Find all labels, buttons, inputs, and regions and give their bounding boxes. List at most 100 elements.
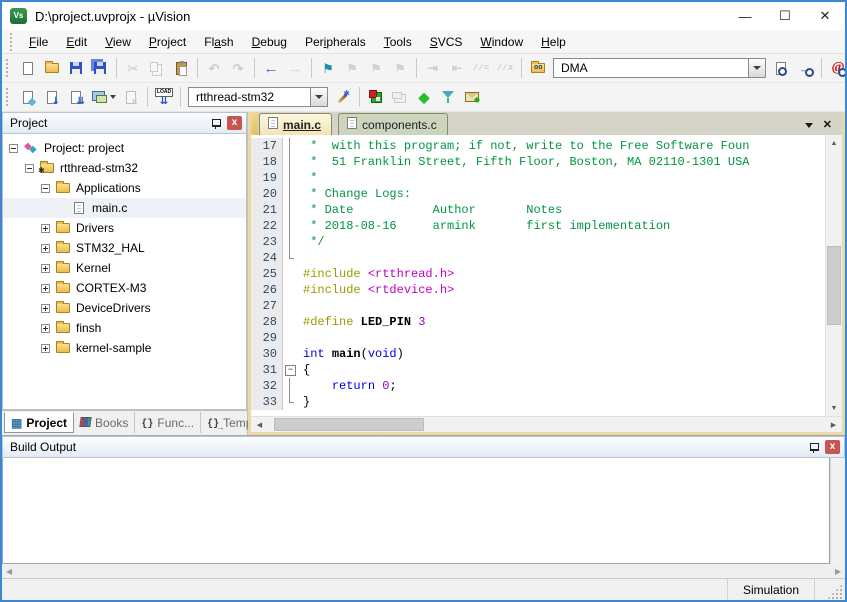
tab-books[interactable]: Books	[74, 412, 135, 433]
menu-item-file[interactable]: File	[20, 32, 57, 52]
manage-layers-button[interactable]	[388, 85, 412, 109]
comment-button[interactable]: //≡	[469, 56, 493, 80]
tree-item-finsh[interactable]: finsh	[3, 318, 246, 338]
find-in-files-button[interactable]	[526, 56, 550, 80]
target-options-button[interactable]	[331, 85, 355, 109]
build-button[interactable]	[40, 85, 64, 109]
resize-grip[interactable]	[827, 584, 843, 600]
build-output-vertical-scrollbar[interactable]	[830, 458, 845, 564]
hscroll-thumb[interactable]	[274, 418, 424, 431]
tree-item-cortex-m3[interactable]: CORTEX-M3	[3, 278, 246, 298]
close-document-icon[interactable]: ✕	[823, 120, 832, 131]
pack-installer-button[interactable]	[460, 85, 484, 109]
cut-button[interactable]: ✂	[121, 56, 145, 80]
tab-functions[interactable]: {}Func...	[135, 412, 201, 433]
collapse-icon[interactable]	[9, 144, 18, 153]
download-button[interactable]	[152, 85, 176, 109]
build-output-horizontal-scrollbar[interactable]: ◀ ▶	[2, 564, 845, 578]
translate-button[interactable]	[16, 85, 40, 109]
editor-tab-main-c[interactable]: main.c	[259, 113, 332, 135]
navigate-forward-button[interactable]: →	[283, 56, 307, 80]
expand-icon[interactable]	[41, 284, 50, 293]
collapse-icon[interactable]	[41, 184, 50, 193]
select-software-packs-button[interactable]	[436, 85, 460, 109]
tree-item-project-project[interactable]: Project: project	[3, 138, 246, 158]
prev-bookmark-button[interactable]: ⚑	[340, 56, 364, 80]
next-bookmark-button[interactable]: ⚑	[364, 56, 388, 80]
expand-icon[interactable]	[41, 324, 50, 333]
project-panel-close-button[interactable]: x	[227, 116, 242, 130]
paste-button[interactable]	[169, 56, 193, 80]
code-text[interactable]: 17 * with this program; if not, write to…	[251, 135, 825, 416]
tree-item-main-c[interactable]: main.c	[3, 198, 246, 218]
expand-icon[interactable]	[41, 264, 50, 273]
find-combobox[interactable]: DMA	[553, 58, 766, 78]
close-button[interactable]: ✕	[805, 2, 845, 30]
editor-horizontal-scrollbar[interactable]: ◀ ▶	[251, 416, 842, 432]
editor-tab-components-c[interactable]: components.c	[338, 113, 448, 135]
collapse-icon[interactable]	[25, 164, 34, 173]
chevron-down-icon[interactable]	[310, 87, 328, 107]
vscroll-thumb[interactable]	[827, 246, 841, 326]
build-output-close-button[interactable]: x	[825, 440, 840, 454]
rebuild-button[interactable]	[64, 85, 88, 109]
target-select-combobox[interactable]: rtthread-stm32	[188, 87, 328, 107]
tree-item-stm32-hal[interactable]: STM32_HAL	[3, 238, 246, 258]
menu-item-project[interactable]: Project	[140, 32, 195, 52]
maximize-button[interactable]: ☐	[765, 2, 805, 30]
manage-project-items-button[interactable]: ◆	[412, 85, 436, 109]
incremental-find-button[interactable]: →	[793, 56, 817, 80]
menu-item-debug[interactable]: Debug	[243, 32, 296, 52]
scroll-left-icon[interactable]: ◀	[251, 417, 268, 433]
menu-item-peripherals[interactable]: Peripherals	[296, 32, 375, 52]
menu-item-view[interactable]: View	[96, 32, 140, 52]
batch-build-button[interactable]	[88, 85, 112, 109]
tree-item-drivers[interactable]: Drivers	[3, 218, 246, 238]
help-search-button[interactable]: @	[826, 56, 845, 80]
expand-icon[interactable]	[41, 224, 50, 233]
toggle-bookmark-button[interactable]: ⚑	[316, 56, 340, 80]
tree-item-rtthread-stm32[interactable]: rtthread-stm32	[3, 158, 246, 178]
menu-item-edit[interactable]: Edit	[57, 32, 96, 52]
save-all-button[interactable]	[88, 56, 112, 80]
tab-list-dropdown-icon[interactable]	[805, 123, 813, 128]
menu-item-tools[interactable]: Tools	[375, 32, 421, 52]
minimize-button[interactable]: —	[725, 2, 765, 30]
fold-margin-collapse-icon[interactable]	[283, 362, 296, 378]
stop-build-button[interactable]	[119, 85, 143, 109]
pin-icon[interactable]	[211, 118, 221, 129]
tree-item-applications[interactable]: Applications	[3, 178, 246, 198]
tree-item-kernel-sample[interactable]: kernel-sample	[3, 338, 246, 358]
build-output-text[interactable]	[2, 458, 830, 564]
new-file-button[interactable]	[16, 56, 40, 80]
save-button[interactable]	[64, 56, 88, 80]
menu-item-flash[interactable]: Flash	[195, 32, 242, 52]
chevron-down-icon[interactable]	[110, 95, 116, 99]
scroll-down-icon[interactable]: ▼	[826, 400, 843, 416]
menu-item-svcs[interactable]: SVCS	[421, 32, 472, 52]
indent-button[interactable]: ⇥	[421, 56, 445, 80]
menu-item-window[interactable]: Window	[471, 32, 532, 52]
scroll-up-icon[interactable]: ▲	[826, 135, 843, 151]
uncomment-button[interactable]: //x	[493, 56, 517, 80]
tree-item-kernel[interactable]: Kernel	[3, 258, 246, 278]
find-button[interactable]	[769, 56, 793, 80]
chevron-down-icon[interactable]	[748, 58, 766, 78]
expand-icon[interactable]	[41, 244, 50, 253]
expand-icon[interactable]	[41, 304, 50, 313]
scroll-left-icon[interactable]: ◀	[6, 567, 12, 576]
tree-item-devicedrivers[interactable]: DeviceDrivers	[3, 298, 246, 318]
menu-item-help[interactable]: Help	[532, 32, 575, 52]
navigate-back-button[interactable]: ←	[259, 56, 283, 80]
copy-button[interactable]	[145, 56, 169, 80]
manage-rte-button[interactable]	[364, 85, 388, 109]
expand-icon[interactable]	[41, 344, 50, 353]
pin-icon[interactable]	[809, 442, 819, 453]
editor-vertical-scrollbar[interactable]: ▲ ▼	[825, 135, 842, 416]
undo-button[interactable]: ↶	[202, 56, 226, 80]
scroll-right-icon[interactable]: ▶	[835, 567, 841, 576]
open-file-button[interactable]	[40, 56, 64, 80]
unindent-button[interactable]: ⇤	[445, 56, 469, 80]
clear-bookmarks-button[interactable]: ⚑	[388, 56, 412, 80]
redo-button[interactable]: ↷	[226, 56, 250, 80]
